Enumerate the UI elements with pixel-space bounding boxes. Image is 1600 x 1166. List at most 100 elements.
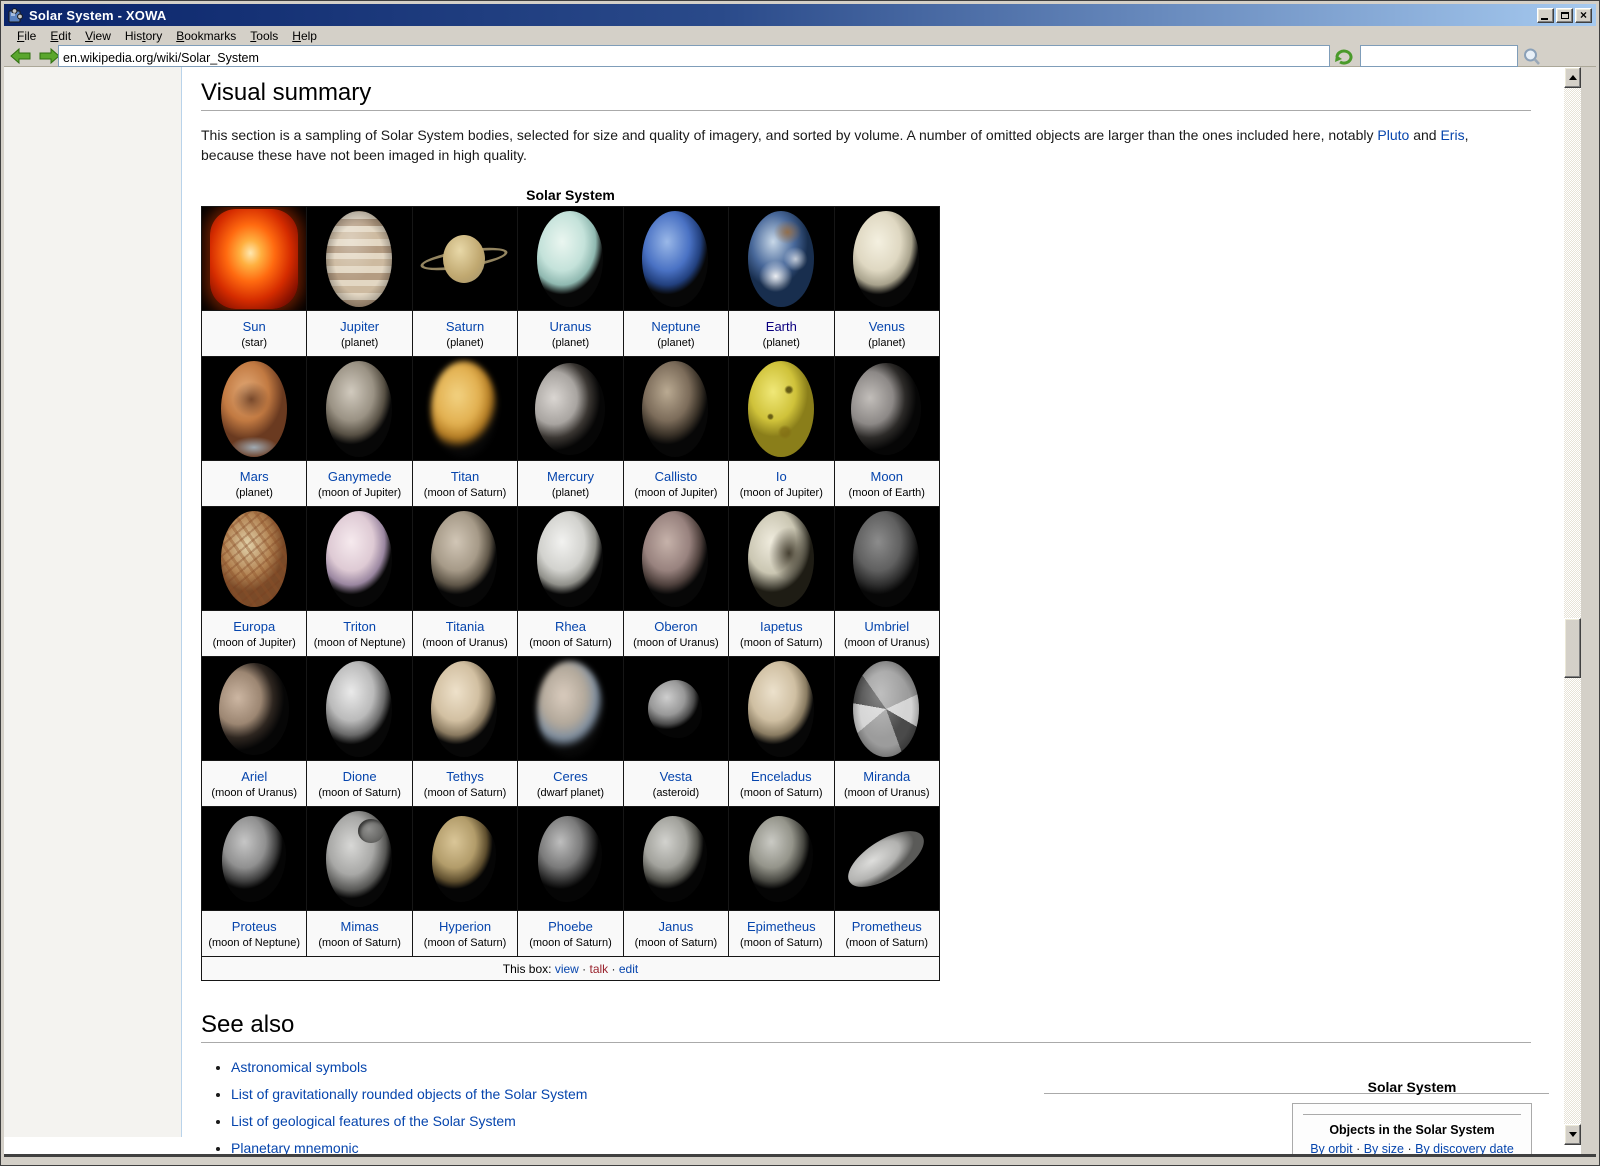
back-button[interactable] [10,47,32,65]
link-earth[interactable]: Earth [730,319,832,334]
image-ceres[interactable] [518,657,623,761]
link-moon[interactable]: Moon [836,469,938,484]
link-europa[interactable]: Europa [203,619,305,634]
image-proteus[interactable] [202,807,307,911]
image-epimetheus[interactable] [729,807,834,911]
link-mercury[interactable]: Mercury [519,469,621,484]
minimize-button[interactable] [1537,8,1554,23]
maximize-button[interactable] [1556,8,1573,23]
image-mercury[interactable] [518,357,623,461]
image-umbriel[interactable] [834,507,939,611]
forward-button[interactable] [38,47,60,65]
link-iapetus[interactable]: Iapetus [730,619,832,634]
navbox-link-by-orbit[interactable]: By orbit [1310,1142,1352,1154]
image-hyperion[interactable] [412,807,517,911]
menu-history[interactable]: History [118,27,169,45]
image-neptune[interactable] [623,207,728,311]
image-sun[interactable] [202,207,307,311]
link-miranda[interactable]: Miranda [836,769,938,784]
search-icon[interactable] [1522,47,1542,67]
link-ganymede[interactable]: Ganymede [308,469,410,484]
image-prometheus[interactable] [834,807,939,911]
scrollbar-down-button[interactable] [1564,1124,1581,1145]
link-saturn[interactable]: Saturn [414,319,516,334]
footer-link-edit[interactable]: edit [619,962,638,976]
image-moon[interactable] [834,357,939,461]
link-enceladus[interactable]: Enceladus [730,769,832,784]
image-europa[interactable] [202,507,307,611]
link-mars[interactable]: Mars [203,469,305,484]
menu-tools[interactable]: Tools [243,27,285,45]
link-ariel[interactable]: Ariel [203,769,305,784]
close-button[interactable]: × [1575,8,1592,23]
image-ariel[interactable] [202,657,307,761]
link-list-of-geological-features-of-the-solar-system[interactable]: List of geological features of the Solar… [231,1113,516,1129]
scrollbar-thumb[interactable] [1564,618,1581,678]
link-oberon[interactable]: Oberon [625,619,727,634]
menu-help[interactable]: Help [285,27,324,45]
link-titan[interactable]: Titan [414,469,516,484]
image-enceladus[interactable] [729,657,834,761]
image-earth[interactable] [729,207,834,311]
footer-link-talk[interactable]: talk [590,962,609,976]
image-dione[interactable] [307,657,412,761]
link-epimetheus[interactable]: Epimetheus [730,919,832,934]
link-rhea[interactable]: Rhea [519,619,621,634]
link-titania[interactable]: Titania [414,619,516,634]
link-janus[interactable]: Janus [625,919,727,934]
link-pluto[interactable]: Pluto [1377,127,1409,143]
image-janus[interactable] [623,807,728,911]
image-vesta[interactable] [623,657,728,761]
image-iapetus[interactable] [729,507,834,611]
reload-button[interactable] [1333,46,1355,66]
link-prometheus[interactable]: Prometheus [836,919,938,934]
image-callisto[interactable] [623,357,728,461]
menu-view[interactable]: View [78,27,118,45]
image-jupiter[interactable] [307,207,412,311]
image-mimas[interactable] [307,807,412,911]
link-umbriel[interactable]: Umbriel [836,619,938,634]
link-io[interactable]: Io [730,469,832,484]
image-io[interactable] [729,357,834,461]
image-ganymede[interactable] [307,357,412,461]
image-triton[interactable] [307,507,412,611]
menu-file[interactable]: File [10,27,43,45]
search-input[interactable] [1360,45,1518,67]
link-venus[interactable]: Venus [836,319,938,334]
image-tethys[interactable] [412,657,517,761]
link-ceres[interactable]: Ceres [519,769,621,784]
scrollbar-up-button[interactable] [1564,67,1581,88]
image-mars[interactable] [202,357,307,461]
menu-bookmarks[interactable]: Bookmarks [169,27,243,45]
image-titania[interactable] [412,507,517,611]
link-tethys[interactable]: Tethys [414,769,516,784]
link-sun[interactable]: Sun [203,319,305,334]
image-oberon[interactable] [623,507,728,611]
link-eris[interactable]: Eris [1440,127,1464,143]
link-planetary-mnemonic[interactable]: Planetary mnemonic [231,1140,359,1154]
navbox-link-by-size[interactable]: By size [1364,1142,1404,1154]
image-rhea[interactable] [518,507,623,611]
link-uranus[interactable]: Uranus [519,319,621,334]
image-titan[interactable] [412,357,517,461]
image-phoebe[interactable] [518,807,623,911]
image-uranus[interactable] [518,207,623,311]
url-input[interactable] [58,45,1330,67]
footer-link-view[interactable]: view [555,962,579,976]
scrollbar-track[interactable] [1564,67,1581,1145]
link-list-of-gravitationally-rounded-objects-of-the-solar-system[interactable]: List of gravitationally rounded objects … [231,1086,587,1102]
image-miranda[interactable] [834,657,939,761]
link-hyperion[interactable]: Hyperion [414,919,516,934]
image-venus[interactable] [834,207,939,311]
link-triton[interactable]: Triton [308,619,410,634]
link-proteus[interactable]: Proteus [203,919,305,934]
link-dione[interactable]: Dione [308,769,410,784]
navbox-link-by-discovery-date[interactable]: By discovery date [1415,1142,1514,1154]
link-vesta[interactable]: Vesta [625,769,727,784]
link-callisto[interactable]: Callisto [625,469,727,484]
link-jupiter[interactable]: Jupiter [308,319,410,334]
menu-edit[interactable]: Edit [43,27,78,45]
link-phoebe[interactable]: Phoebe [519,919,621,934]
link-neptune[interactable]: Neptune [625,319,727,334]
link-mimas[interactable]: Mimas [308,919,410,934]
